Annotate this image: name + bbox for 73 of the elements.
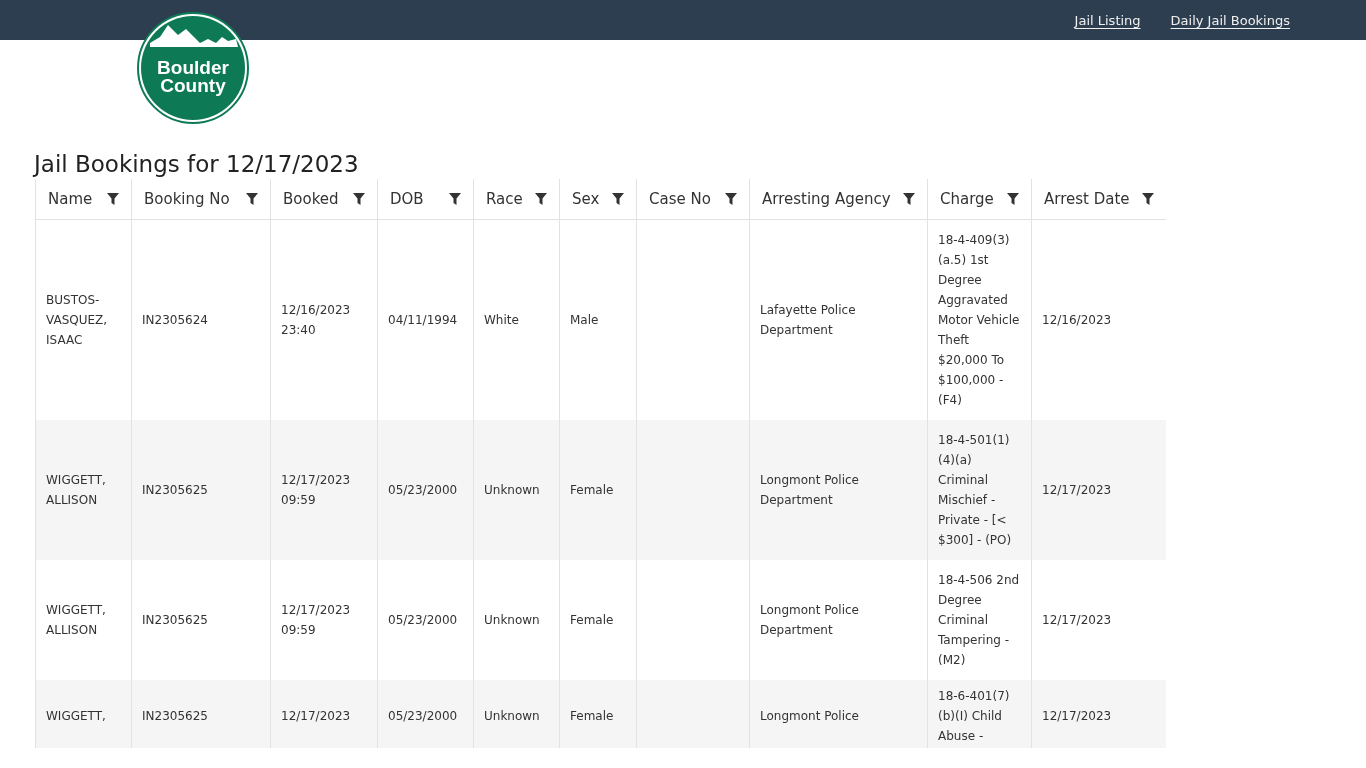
column-header[interactable]: Booking No	[131, 179, 271, 220]
table-cell: Female	[570, 613, 614, 627]
table-cell: IN2305625	[142, 709, 208, 723]
filter-icon[interactable]	[725, 193, 737, 205]
table-cell: 12/17/2023 09:59	[281, 603, 351, 637]
column-title: Arrest Date	[1044, 190, 1130, 208]
table-cell: IN2305624	[142, 313, 208, 327]
nav-link[interactable]: Jail Listing	[1074, 12, 1141, 28]
table-cell: Female	[570, 709, 614, 723]
mountain-icon	[136, 11, 250, 125]
table-cell: Male	[570, 313, 599, 327]
filter-icon[interactable]	[1007, 193, 1019, 205]
table-cell: 12/17/2023 09:59	[281, 473, 351, 507]
filter-icon[interactable]	[903, 193, 915, 205]
table-cell: 12/17/2023	[1042, 613, 1112, 627]
logo-text: County	[160, 77, 226, 95]
table-cell: Unknown	[484, 483, 540, 497]
table-cell: White	[484, 313, 519, 327]
filter-icon[interactable]	[1141, 193, 1154, 205]
nav-link[interactable]: Daily Jail Bookings	[1170, 12, 1290, 28]
column-header[interactable]: DOB	[377, 179, 474, 220]
table-cell: Lafayette Police Department	[760, 303, 856, 337]
table-cell: Longmont Police	[760, 709, 859, 723]
column-title: Charge	[940, 190, 994, 208]
table-cell: 12/17/2023	[281, 709, 351, 723]
county-logo[interactable]: Boulder County	[136, 11, 250, 125]
table-cell: 12/16/2023 23:40	[281, 303, 351, 337]
column-title: Arresting Agency	[762, 190, 891, 208]
table-cell: BUSTOS-VASQUEZ, ISAAC	[46, 293, 108, 347]
page-title: Jail Bookings for 12/17/2023	[34, 150, 360, 179]
column-header[interactable]: Charge	[927, 179, 1032, 220]
table-cell: 12/17/2023	[1042, 709, 1112, 723]
filter-icon[interactable]	[612, 193, 624, 205]
table-cell: Longmont Police Department	[760, 603, 859, 637]
table-cell: 05/23/2000	[388, 613, 458, 627]
table-cell: Unknown	[484, 613, 540, 627]
table-cell: Female	[570, 483, 614, 497]
table-cell: IN2305625	[142, 483, 208, 497]
table-cell: WIGGETT, ALLISON	[46, 603, 106, 637]
column-title: DOB	[390, 190, 424, 208]
column-header[interactable]: Race	[473, 179, 560, 220]
column-title: Booked	[283, 190, 339, 208]
filter-icon[interactable]	[535, 193, 547, 205]
column-title: Case No	[649, 190, 711, 208]
table-cell: IN2305625	[142, 613, 208, 627]
column-title: Race	[486, 190, 523, 208]
table-cell: WIGGETT, ALLISON	[46, 473, 106, 507]
table-cell: 18-4-506 2nd Degree Criminal Tampering - (M2)	[938, 573, 1020, 667]
column-header[interactable]: Case No	[636, 179, 750, 220]
filter-icon[interactable]	[353, 193, 365, 205]
column-title: Booking No	[144, 190, 230, 208]
table-cell: 12/16/2023	[1042, 313, 1112, 327]
table-cell: Longmont Police Department	[760, 473, 859, 507]
table-cell: WIGGETT,	[46, 709, 106, 723]
logo-text: Boulder	[157, 59, 229, 77]
column-title: Name	[48, 190, 93, 208]
filter-icon[interactable]	[107, 193, 119, 205]
table-cell: 12/17/2023	[1042, 483, 1112, 497]
column-header[interactable]: Booked	[270, 179, 378, 220]
column-header[interactable]: Sex	[559, 179, 637, 220]
table-cell: 05/23/2000	[388, 483, 458, 497]
column-header[interactable]: Arresting Agency	[749, 179, 928, 220]
column-title: Sex	[572, 190, 600, 208]
table-cell: 18-4-409(3)(a.5) 1st Degree Aggravated Motor Vehicle Theft $20,000 To $100,000 - (F4)	[938, 233, 1020, 407]
table-cell: Unknown	[484, 709, 540, 723]
table-cell: 18-6-401(7)(b)(I) Child Abuse -	[938, 689, 1010, 743]
table-cell: 05/23/2000	[388, 709, 458, 723]
column-header[interactable]: Name	[35, 179, 132, 220]
table-cell: 04/11/1994	[388, 313, 458, 327]
column-header[interactable]: Arrest Date	[1031, 179, 1166, 220]
filter-icon[interactable]	[246, 193, 258, 205]
table-cell: 18-4-501(1)(4)(a) Criminal Mischief - Private - [< $300] - (PO)	[938, 433, 1012, 547]
filter-icon[interactable]	[449, 193, 461, 205]
